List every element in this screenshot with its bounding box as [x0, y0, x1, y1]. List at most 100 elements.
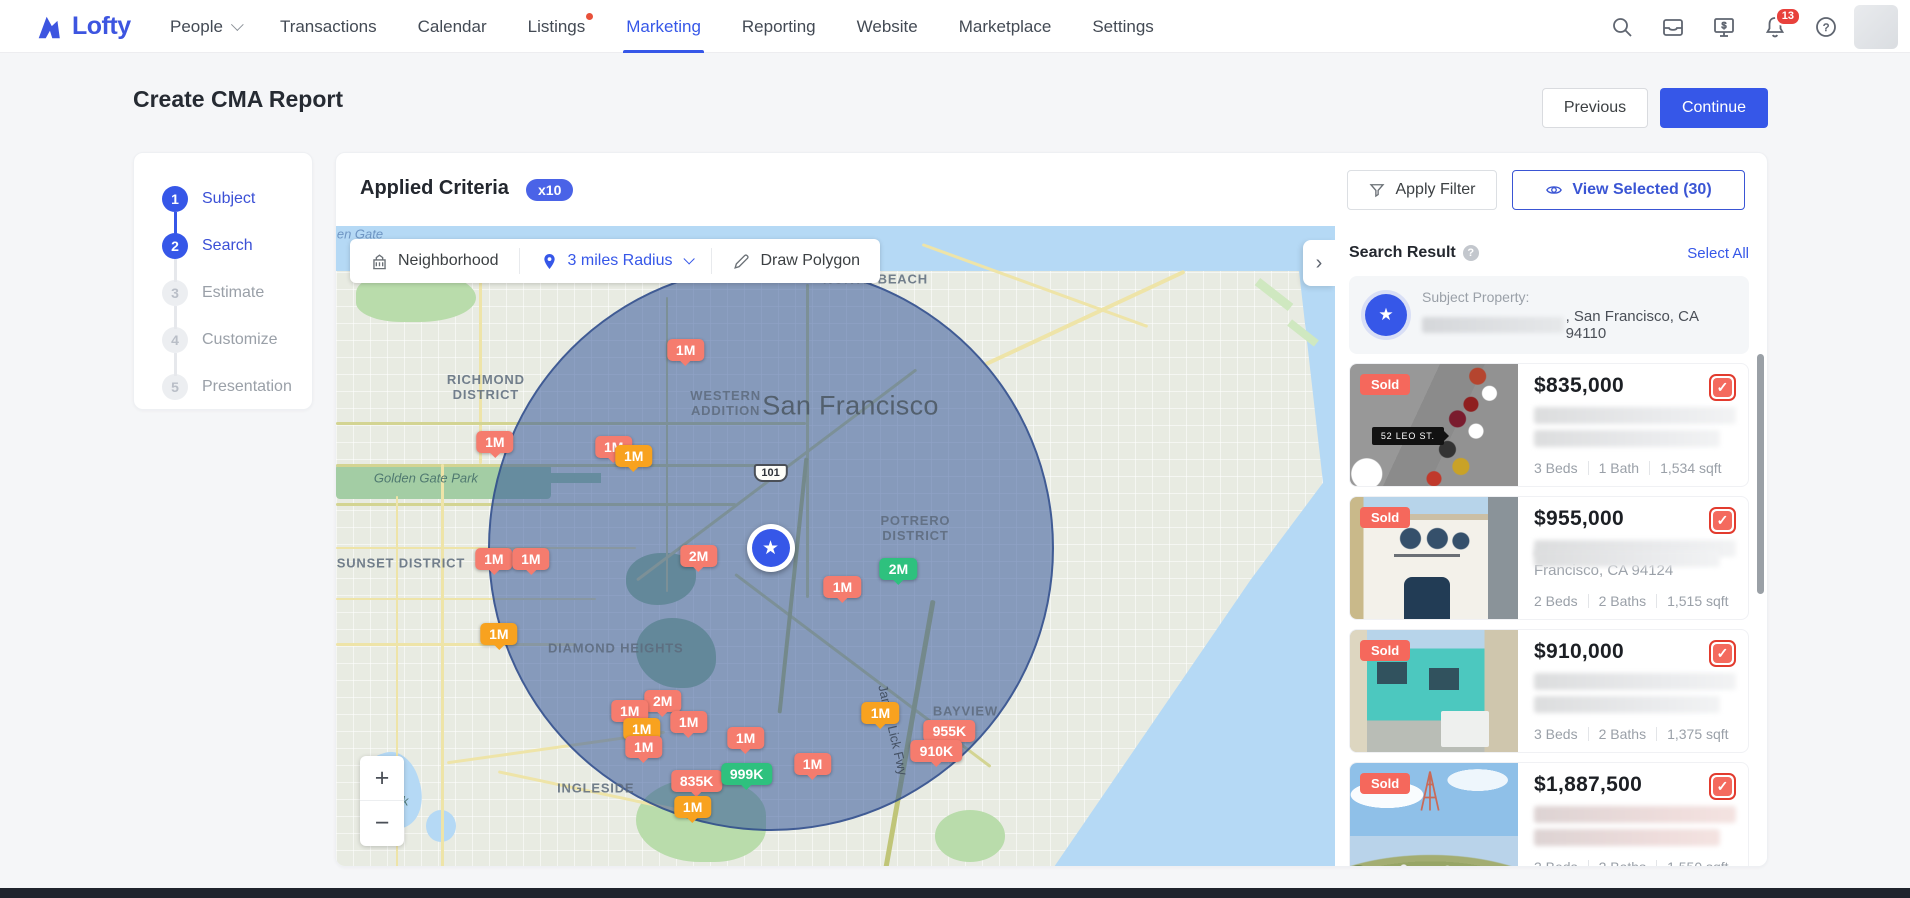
panel-header: Applied Criteria x10 Apply Filter View S… — [336, 153, 1767, 226]
price-marker[interactable]: 999K — [721, 763, 772, 785]
baths-value: 2 Baths — [1599, 726, 1646, 742]
property-card[interactable]: Sold $1,887,500 3 Beds — [1349, 762, 1749, 866]
map[interactable]: en Gate NORTH BEACH RICHMOND DISTRICT WE… — [336, 226, 1335, 867]
sutro-tower-icon — [1417, 769, 1443, 813]
price-marker[interactable]: 2M — [680, 545, 717, 567]
nav-item[interactable]: Settings — [1087, 0, 1158, 53]
subject-property-address: , San Francisco, CA 94110 — [1422, 308, 1733, 342]
price-marker[interactable]: 1M — [615, 445, 652, 467]
scrollbar-thumb[interactable] — [1757, 354, 1764, 594]
selected-checkbox[interactable] — [1709, 507, 1736, 534]
step-label: Presentation — [202, 378, 292, 396]
nav-item[interactable]: Transactions — [275, 0, 382, 53]
highway-101-shield: 101 — [753, 464, 787, 482]
select-all-link[interactable]: Select All — [1687, 245, 1749, 262]
redacted-address-line — [1534, 430, 1720, 447]
search-icon[interactable] — [1610, 15, 1634, 39]
nav-item[interactable]: Marketing — [621, 0, 706, 53]
selected-checkbox[interactable] — [1709, 374, 1736, 401]
chevron-down-icon — [684, 253, 695, 264]
inbox-icon[interactable] — [1661, 15, 1685, 39]
lofty-logo-icon — [34, 12, 64, 42]
price-marker[interactable]: 1M — [670, 711, 707, 733]
redacted-address-line — [1534, 407, 1736, 424]
stepper-step[interactable]: 1 Subject — [162, 175, 312, 222]
stepper-step[interactable]: 5 Presentation — [162, 363, 312, 410]
selected-checkbox[interactable] — [1709, 773, 1736, 800]
notification-count-badge: 13 — [1775, 7, 1801, 26]
price-marker[interactable]: 1M — [475, 548, 512, 570]
zoom-in-button[interactable]: + — [360, 756, 404, 801]
stepper-step[interactable]: 2 Search — [162, 222, 312, 269]
results-title: Search Result — [1349, 244, 1456, 262]
property-details: $1,887,500 3 Beds 2 Baths 1,550 sqft — [1518, 763, 1748, 866]
selected-checkbox[interactable] — [1709, 640, 1736, 667]
redacted-address — [1422, 317, 1564, 333]
price-marker[interactable]: 1M — [476, 431, 513, 453]
status-badge: Sold — [1360, 640, 1410, 661]
stepper-step[interactable]: 3 Estimate — [162, 269, 312, 316]
price-marker[interactable]: 955K — [924, 720, 975, 742]
property-details: $955,000 Francisco, CA 94124 2 Beds 2 Ba… — [1518, 497, 1748, 619]
price-marker[interactable]: 2M — [880, 558, 917, 580]
price-marker[interactable]: 1M — [512, 548, 549, 570]
nav-item-label: Marketing — [626, 17, 701, 36]
draw-polygon-tool[interactable]: Draw Polygon — [711, 248, 880, 274]
property-card[interactable]: Sold $910,000 3 Beds — [1349, 629, 1749, 753]
subject-property-pin[interactable]: ★ — [747, 524, 795, 572]
nav-item[interactable]: Reporting — [737, 0, 821, 53]
nav-item[interactable]: Website — [852, 0, 923, 53]
notification-dot — [586, 13, 593, 20]
price-marker[interactable]: 1M — [674, 796, 711, 818]
sqft-value: 1,534 sqft — [1660, 460, 1722, 476]
property-photo: Sold — [1350, 497, 1518, 619]
apply-filter-button[interactable]: Apply Filter — [1347, 170, 1497, 210]
billing-monitor-icon[interactable]: $ — [1712, 15, 1736, 39]
price-marker[interactable]: 1M — [667, 339, 704, 361]
price-marker[interactable]: 1M — [794, 753, 831, 775]
price-marker[interactable]: 1M — [862, 702, 899, 724]
nav-item[interactable]: Marketplace — [954, 0, 1057, 53]
price-marker[interactable]: 1M — [625, 736, 662, 758]
draw-polygon-label: Draw Polygon — [760, 252, 860, 270]
nav-item[interactable]: Calendar — [413, 0, 492, 53]
price-marker[interactable]: 1M — [480, 623, 517, 645]
property-photo: Sold — [1350, 763, 1518, 866]
nav-item[interactable]: People — [165, 0, 244, 53]
map-toolbar: Neighborhood 3 miles Radius Draw Polygon — [350, 239, 880, 283]
avatar[interactable] — [1854, 5, 1898, 49]
help-icon[interactable]: ? — [1814, 15, 1838, 39]
redacted-address-line — [1534, 829, 1720, 846]
collapse-panel-toggle[interactable]: › — [1303, 240, 1335, 286]
beds-value: 3 Beds — [1534, 859, 1578, 866]
property-card[interactable]: Sold $955,000 Francisco, CA 94124 — [1349, 496, 1749, 620]
nav-item[interactable]: Listings — [523, 0, 591, 53]
stepper-step[interactable]: 4 Customize — [162, 316, 312, 363]
property-details: $835,000 3 Beds 1 Bath 1,534 sqft — [1518, 364, 1748, 486]
price-marker[interactable]: 1M — [824, 576, 861, 598]
price-marker[interactable]: 1M — [727, 727, 764, 749]
view-selected-button[interactable]: View Selected (30) — [1512, 170, 1745, 210]
price-marker[interactable]: 835K — [671, 770, 722, 792]
map-zoom-control: + − — [360, 756, 404, 846]
pencil-icon — [732, 252, 751, 271]
neighborhood-tool[interactable]: Neighborhood — [350, 248, 519, 274]
notifications-bell-icon[interactable]: 13 — [1763, 15, 1787, 39]
status-badge: Sold — [1360, 374, 1410, 395]
previous-button[interactable]: Previous — [1542, 88, 1648, 128]
help-icon[interactable]: ? — [1463, 245, 1479, 261]
location-pin-icon — [540, 252, 559, 271]
property-card[interactable]: Sold 52 LEO ST. $835,000 3 Beds — [1349, 363, 1749, 487]
sqft-value: 1,375 sqft — [1667, 726, 1729, 742]
brand[interactable]: Lofty — [34, 0, 131, 53]
continue-button[interactable]: Continue — [1660, 88, 1768, 128]
price-marker[interactable]: 2M — [644, 690, 681, 712]
step-number: 2 — [162, 233, 188, 259]
zoom-out-button[interactable]: − — [360, 801, 404, 846]
price-marker[interactable]: 910K — [911, 740, 962, 762]
radius-tool[interactable]: 3 miles Radius — [519, 248, 712, 274]
property-photo: Sold — [1350, 630, 1518, 752]
step-label: Customize — [202, 331, 278, 349]
subject-property-label: Subject Property: — [1422, 289, 1733, 305]
step-number: 5 — [162, 374, 188, 400]
